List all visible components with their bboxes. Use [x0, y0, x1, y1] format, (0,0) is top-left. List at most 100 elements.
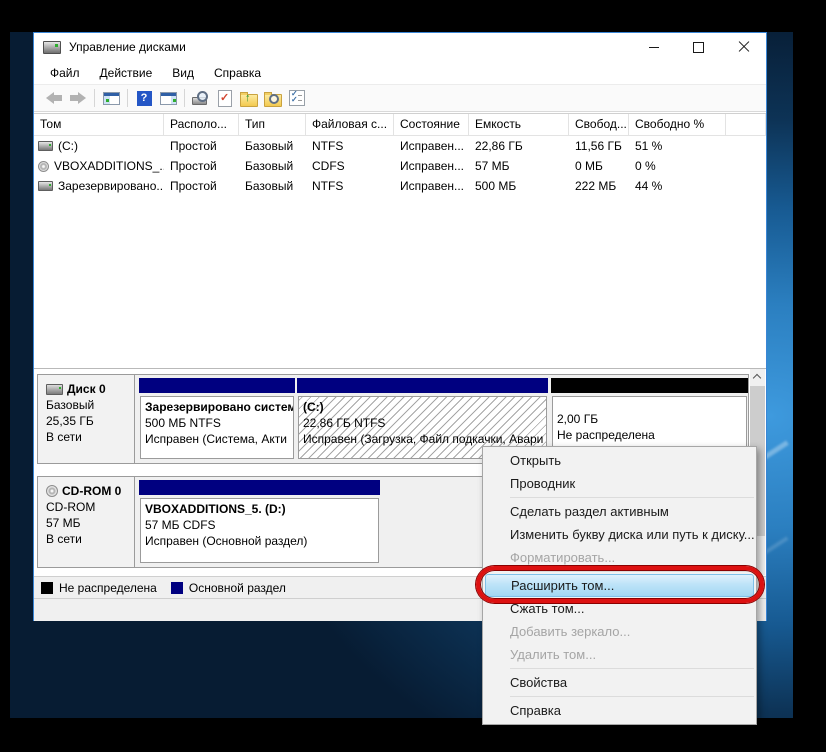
partition-vboxadditions[interactable]: VBOXADDITIONS_5. (D:) 57 МБ CDFS Исправе…: [139, 480, 380, 563]
menu-separator: [510, 696, 754, 697]
close-button[interactable]: [721, 33, 766, 61]
volume-fs: CDFS: [306, 159, 394, 173]
volume-free-pct: 0 %: [629, 159, 726, 173]
volume-list: Том Располо... Тип Файловая с... Состоян…: [34, 113, 766, 368]
maximize-icon: [693, 42, 704, 53]
window-controls: [631, 33, 766, 61]
volume-layout: Простой: [164, 159, 239, 173]
column-header-capacity[interactable]: Емкость: [469, 114, 569, 135]
disk-type: Базовый: [46, 397, 134, 413]
volume-free: 0 МБ: [569, 159, 629, 173]
primary-partition-swatch: [171, 582, 183, 594]
volume-free: 11,56 ГБ: [569, 139, 629, 153]
volume-layout: Простой: [164, 179, 239, 193]
cd-rom-icon: [46, 485, 58, 497]
disk-0-label[interactable]: Диск 0 Базовый 25,35 ГБ В сети: [38, 375, 135, 463]
menu-item-mark-active[interactable]: Сделать раздел активным: [483, 500, 756, 523]
table-row[interactable]: VBOXADDITIONS_... Простой Базовый CDFS И…: [34, 156, 766, 176]
disk-type: CD-ROM: [46, 499, 134, 515]
minimize-button[interactable]: [631, 33, 676, 61]
volume-type: Базовый: [239, 159, 306, 173]
cdrom-0-label[interactable]: CD-ROM 0 CD-ROM 57 МБ В сети: [38, 477, 135, 567]
disk-name: CD-ROM 0: [62, 483, 121, 499]
partition-info: 57 МБ CDFS: [145, 517, 374, 533]
disk-size: 25,35 ГБ: [46, 413, 134, 429]
table-row[interactable]: (C:) Простой Базовый NTFS Исправен... 22…: [34, 136, 766, 156]
red-oval-annotation: [476, 566, 764, 603]
column-header-filesystem[interactable]: Файловая с...: [306, 114, 394, 135]
volume-fs: NTFS: [306, 139, 394, 153]
partition-status: Исправен (Система, Акти: [145, 431, 289, 447]
column-header-layout[interactable]: Располо...: [164, 114, 239, 135]
back-icon[interactable]: [42, 87, 66, 109]
scroll-up-icon[interactable]: [750, 369, 765, 385]
menu-item-open[interactable]: Открыть: [483, 449, 756, 472]
folder-search-icon[interactable]: [261, 87, 285, 109]
partition-status: Исправен (Основной раздел): [145, 533, 374, 549]
disk-size: 57 МБ: [46, 515, 134, 531]
folder-up-icon[interactable]: [237, 87, 261, 109]
column-header-type[interactable]: Тип: [239, 114, 306, 135]
column-header-free-pct[interactable]: Свободно %: [629, 114, 726, 135]
close-icon: [738, 41, 750, 53]
properties-list-icon[interactable]: [285, 87, 309, 109]
partition-info: 500 МБ NTFS: [145, 415, 289, 431]
toolbar-separator: [184, 89, 185, 107]
disk-volume-icon: [38, 141, 53, 151]
menu-help[interactable]: Справка: [204, 63, 271, 83]
menu-item-delete-volume: Удалить том...: [483, 643, 756, 666]
menu-separator: [510, 668, 754, 669]
table-row[interactable]: Зарезервировано... Простой Базовый NTFS …: [34, 176, 766, 196]
volume-fs: NTFS: [306, 179, 394, 193]
menu-action[interactable]: Действие: [90, 63, 163, 83]
rescan-disks-icon[interactable]: [189, 87, 213, 109]
toolbar-separator: [127, 89, 128, 107]
volume-list-header: Том Располо... Тип Файловая с... Состоян…: [34, 114, 766, 136]
toolbar: [34, 84, 766, 112]
legend-primary-partition: Основной раздел: [171, 581, 286, 595]
minimize-icon: [649, 47, 659, 48]
menu-file[interactable]: Файл: [40, 63, 90, 83]
titlebar: Управление дисками: [34, 33, 766, 61]
legend-unallocated: Не распределена: [41, 581, 157, 595]
menu-item-change-letter[interactable]: Изменить букву диска или путь к диску...: [483, 523, 756, 546]
disk-name: Диск 0: [67, 381, 106, 397]
maximize-button[interactable]: [676, 33, 721, 61]
toolbar-separator: [94, 89, 95, 107]
partition-info: 2,00 ГБ: [557, 411, 742, 427]
menu-item-explorer[interactable]: Проводник: [483, 472, 756, 495]
partition-status: Исправен (Загрузка, Файл подкачки, Авари: [303, 431, 542, 447]
menu-bar: Файл Действие Вид Справка: [34, 61, 766, 84]
partition-system-reserved[interactable]: Зарезервировано систем 500 МБ NTFS Испра…: [139, 378, 295, 459]
legend-label: Не распределена: [59, 581, 157, 595]
forward-icon[interactable]: [66, 87, 90, 109]
partition-title: (C:): [303, 399, 542, 415]
volume-capacity: 22,86 ГБ: [469, 139, 569, 153]
volume-status: Исправен...: [394, 159, 469, 173]
menu-item-help[interactable]: Справка: [483, 699, 756, 722]
help-icon[interactable]: [132, 87, 156, 109]
column-header-status[interactable]: Состояние: [394, 114, 469, 135]
menu-item-add-mirror: Добавить зеркало...: [483, 620, 756, 643]
volume-status: Исправен...: [394, 179, 469, 193]
menu-view[interactable]: Вид: [162, 63, 204, 83]
hard-disk-icon: [46, 384, 63, 395]
partition-bar: [139, 378, 295, 393]
screen: Управление дисками Файл Действие Вид Спр…: [0, 0, 826, 752]
disk-status: В сети: [46, 429, 134, 445]
column-header-volume[interactable]: Том: [34, 114, 164, 135]
volume-status: Исправен...: [394, 139, 469, 153]
check-document-icon[interactable]: [213, 87, 237, 109]
volume-name: VBOXADDITIONS_...: [54, 159, 164, 173]
partition-status: Не распределена: [557, 427, 742, 443]
show-console-tree-icon[interactable]: [99, 87, 123, 109]
volume-capacity: 500 МБ: [469, 179, 569, 193]
partition-title: VBOXADDITIONS_5. (D:): [145, 501, 374, 517]
column-header-free[interactable]: Свобод...: [569, 114, 629, 135]
disk-volume-icon: [38, 181, 53, 191]
menu-item-properties[interactable]: Свойства: [483, 671, 756, 694]
show-action-pane-icon[interactable]: [156, 87, 180, 109]
column-header-blank: [726, 114, 766, 135]
partition-bar: [297, 378, 548, 393]
volume-type: Базовый: [239, 139, 306, 153]
